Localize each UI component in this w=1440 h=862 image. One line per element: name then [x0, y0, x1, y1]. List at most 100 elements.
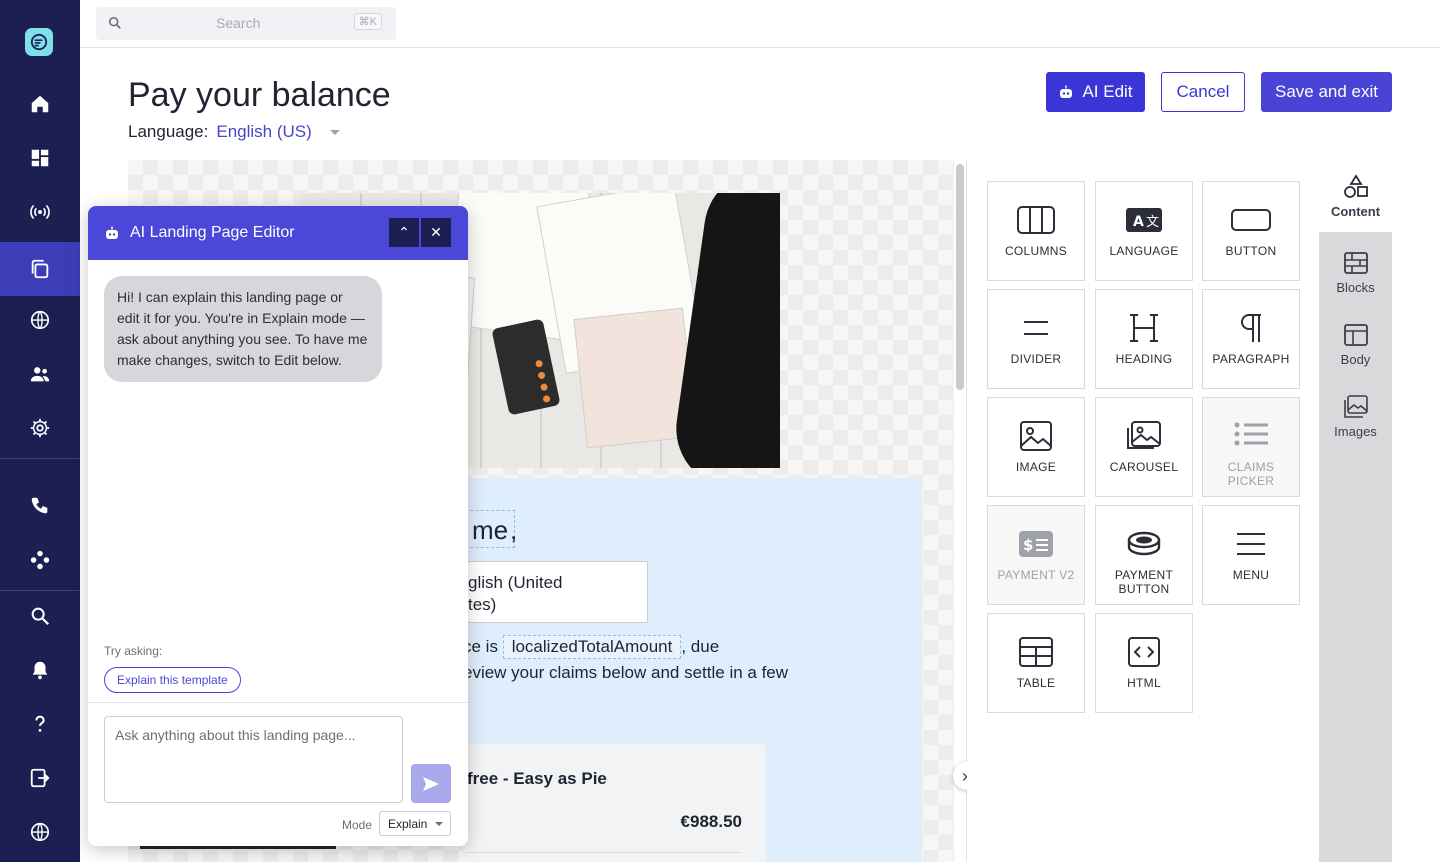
tab-body[interactable]: Body [1319, 308, 1392, 380]
tab-content-label: Content [1330, 203, 1381, 219]
ai-editor-divider [88, 702, 468, 703]
language-label: Language: [128, 122, 209, 141]
help-icon[interactable] [0, 697, 80, 751]
chevron-down-icon [435, 821, 444, 826]
robot-icon [1060, 85, 1073, 98]
claims-card-title: free - Easy as Pie [467, 769, 607, 788]
tile-language[interactable]: A文 LANGUAGE [1095, 181, 1193, 281]
svg-text:文: 文 [1146, 215, 1159, 230]
tile-label: CAROUSEL [1109, 460, 1179, 474]
collapse-button[interactable]: ⌃ [389, 218, 419, 247]
tile-columns[interactable]: COLUMNS [987, 181, 1085, 281]
code-icon [1128, 637, 1160, 667]
tab-images-label: Images [1334, 423, 1377, 439]
tile-label: LANGUAGE [1109, 244, 1179, 258]
table-icon [1019, 637, 1053, 667]
tile-image[interactable]: IMAGE [987, 397, 1085, 497]
claims-card-divider [467, 852, 742, 853]
mode-select[interactable]: Explain [379, 811, 451, 836]
broadcast-icon[interactable] [0, 185, 80, 239]
tile-heading[interactable]: HEADING [1095, 289, 1193, 389]
tab-content[interactable]: Content [1319, 160, 1392, 232]
tile-label: TABLE [1016, 676, 1056, 690]
language-selector[interactable]: Language: English (US) [128, 122, 340, 142]
send-button[interactable] [411, 764, 451, 803]
tab-images[interactable]: Images [1319, 380, 1392, 452]
tab-blocks[interactable]: Blocks [1319, 236, 1392, 308]
search-icon[interactable] [0, 589, 80, 643]
coin-icon [1127, 531, 1161, 556]
shapes-icon [1343, 173, 1368, 198]
search-placeholder: Search [216, 15, 261, 31]
suggestion-chip[interactable]: Explain this template [104, 667, 241, 693]
tile-button[interactable]: BUTTON [1202, 181, 1300, 281]
tile-menu[interactable]: MENU [1202, 505, 1300, 605]
send-icon [423, 776, 439, 791]
cancel-button[interactable]: Cancel [1161, 72, 1245, 112]
pages-icon[interactable] [0, 242, 80, 296]
tile-label: PAYMENT BUTTON [1114, 568, 1174, 596]
language-icon: A文 [1126, 208, 1162, 232]
integrations-icon[interactable] [0, 533, 80, 587]
sidebar-divider [0, 458, 80, 459]
image-icon [1020, 421, 1052, 451]
language-icon[interactable] [0, 805, 80, 859]
assistant-message: Hi! I can explain this landing page or e… [104, 276, 382, 382]
svg-text:$: $ [1023, 536, 1034, 554]
mode-value: Explain [388, 816, 428, 831]
language-value[interactable]: English (US) [216, 122, 311, 142]
bell-icon[interactable] [0, 643, 80, 697]
tile-claims-picker[interactable]: CLAIMS PICKER [1202, 397, 1300, 497]
claims-card[interactable]: free - Easy as Pie €988.50 [463, 744, 766, 862]
amount-merge-tag[interactable]: localizedTotalAmount [502, 635, 682, 659]
close-button[interactable]: ✕ [421, 218, 451, 247]
columns-icon [1017, 206, 1055, 234]
top-bar: Search ⌘K [80, 0, 1440, 48]
greeting-heading[interactable]: me [465, 510, 516, 548]
phone-icon[interactable] [0, 479, 80, 533]
balance-paragraph[interactable]: ce is localizedTotalAmount, due [463, 635, 719, 659]
settings-icon[interactable] [0, 401, 80, 455]
ai-editor-title: AI Landing Page Editor [130, 224, 295, 241]
search-icon [108, 16, 121, 29]
language-dropdown-preview[interactable]: glish (United tes) [463, 561, 648, 623]
claims-paragraph[interactable]: eview your claims below and settle in a … [463, 663, 788, 683]
ai-edit-label: AI Edit [1082, 82, 1133, 101]
dashboard-icon[interactable] [0, 131, 80, 185]
paragraph-icon [1241, 314, 1261, 342]
tile-label: PAYMENT V2 [997, 568, 1075, 582]
claims-card-amount: €988.50 [680, 812, 742, 831]
logout-icon[interactable] [0, 751, 80, 805]
tile-carousel[interactable]: CAROUSEL [1095, 397, 1193, 497]
tile-payment-button[interactable]: PAYMENT BUTTON [1095, 505, 1193, 605]
divider-icon [1024, 321, 1048, 335]
canvas-scrollbar[interactable] [956, 164, 964, 390]
globe-icon[interactable] [0, 293, 80, 347]
tile-divider[interactable]: DIVIDER [987, 289, 1085, 389]
home-icon[interactable] [0, 77, 80, 131]
search-input[interactable]: Search ⌘K [96, 7, 396, 40]
balance-text-suffix: , due [681, 637, 720, 656]
tile-table[interactable]: TABLE [987, 613, 1085, 713]
tile-payment-v2[interactable]: $ PAYMENT V2 [987, 505, 1085, 605]
tile-label: MENU [1232, 568, 1270, 582]
menu-icon [1237, 533, 1265, 555]
users-icon[interactable] [0, 347, 80, 401]
ai-edit-button[interactable]: AI Edit [1046, 72, 1145, 112]
payment-icon: $ [1019, 531, 1053, 557]
heading-icon [1130, 314, 1158, 342]
greeting-comma: , [510, 515, 518, 545]
mode-label: Mode [342, 818, 373, 832]
svg-text:A: A [1133, 214, 1144, 230]
ai-editor-panel: AI Landing Page Editor ⌃ ✕ Hi! I can exp… [88, 206, 468, 846]
tile-paragraph[interactable]: PARAGRAPH [1202, 289, 1300, 389]
tile-html[interactable]: HTML [1095, 613, 1193, 713]
ai-message-input[interactable]: Ask anything about this landing page... [104, 716, 403, 803]
save-and-exit-button[interactable]: Save and exit [1261, 72, 1392, 112]
tile-label: HTML [1127, 676, 1161, 690]
list-icon [1234, 422, 1268, 446]
body-icon [1343, 323, 1368, 346]
app-logo[interactable] [25, 28, 53, 56]
left-sidebar [0, 0, 80, 862]
chevron-down-icon[interactable] [329, 129, 340, 135]
